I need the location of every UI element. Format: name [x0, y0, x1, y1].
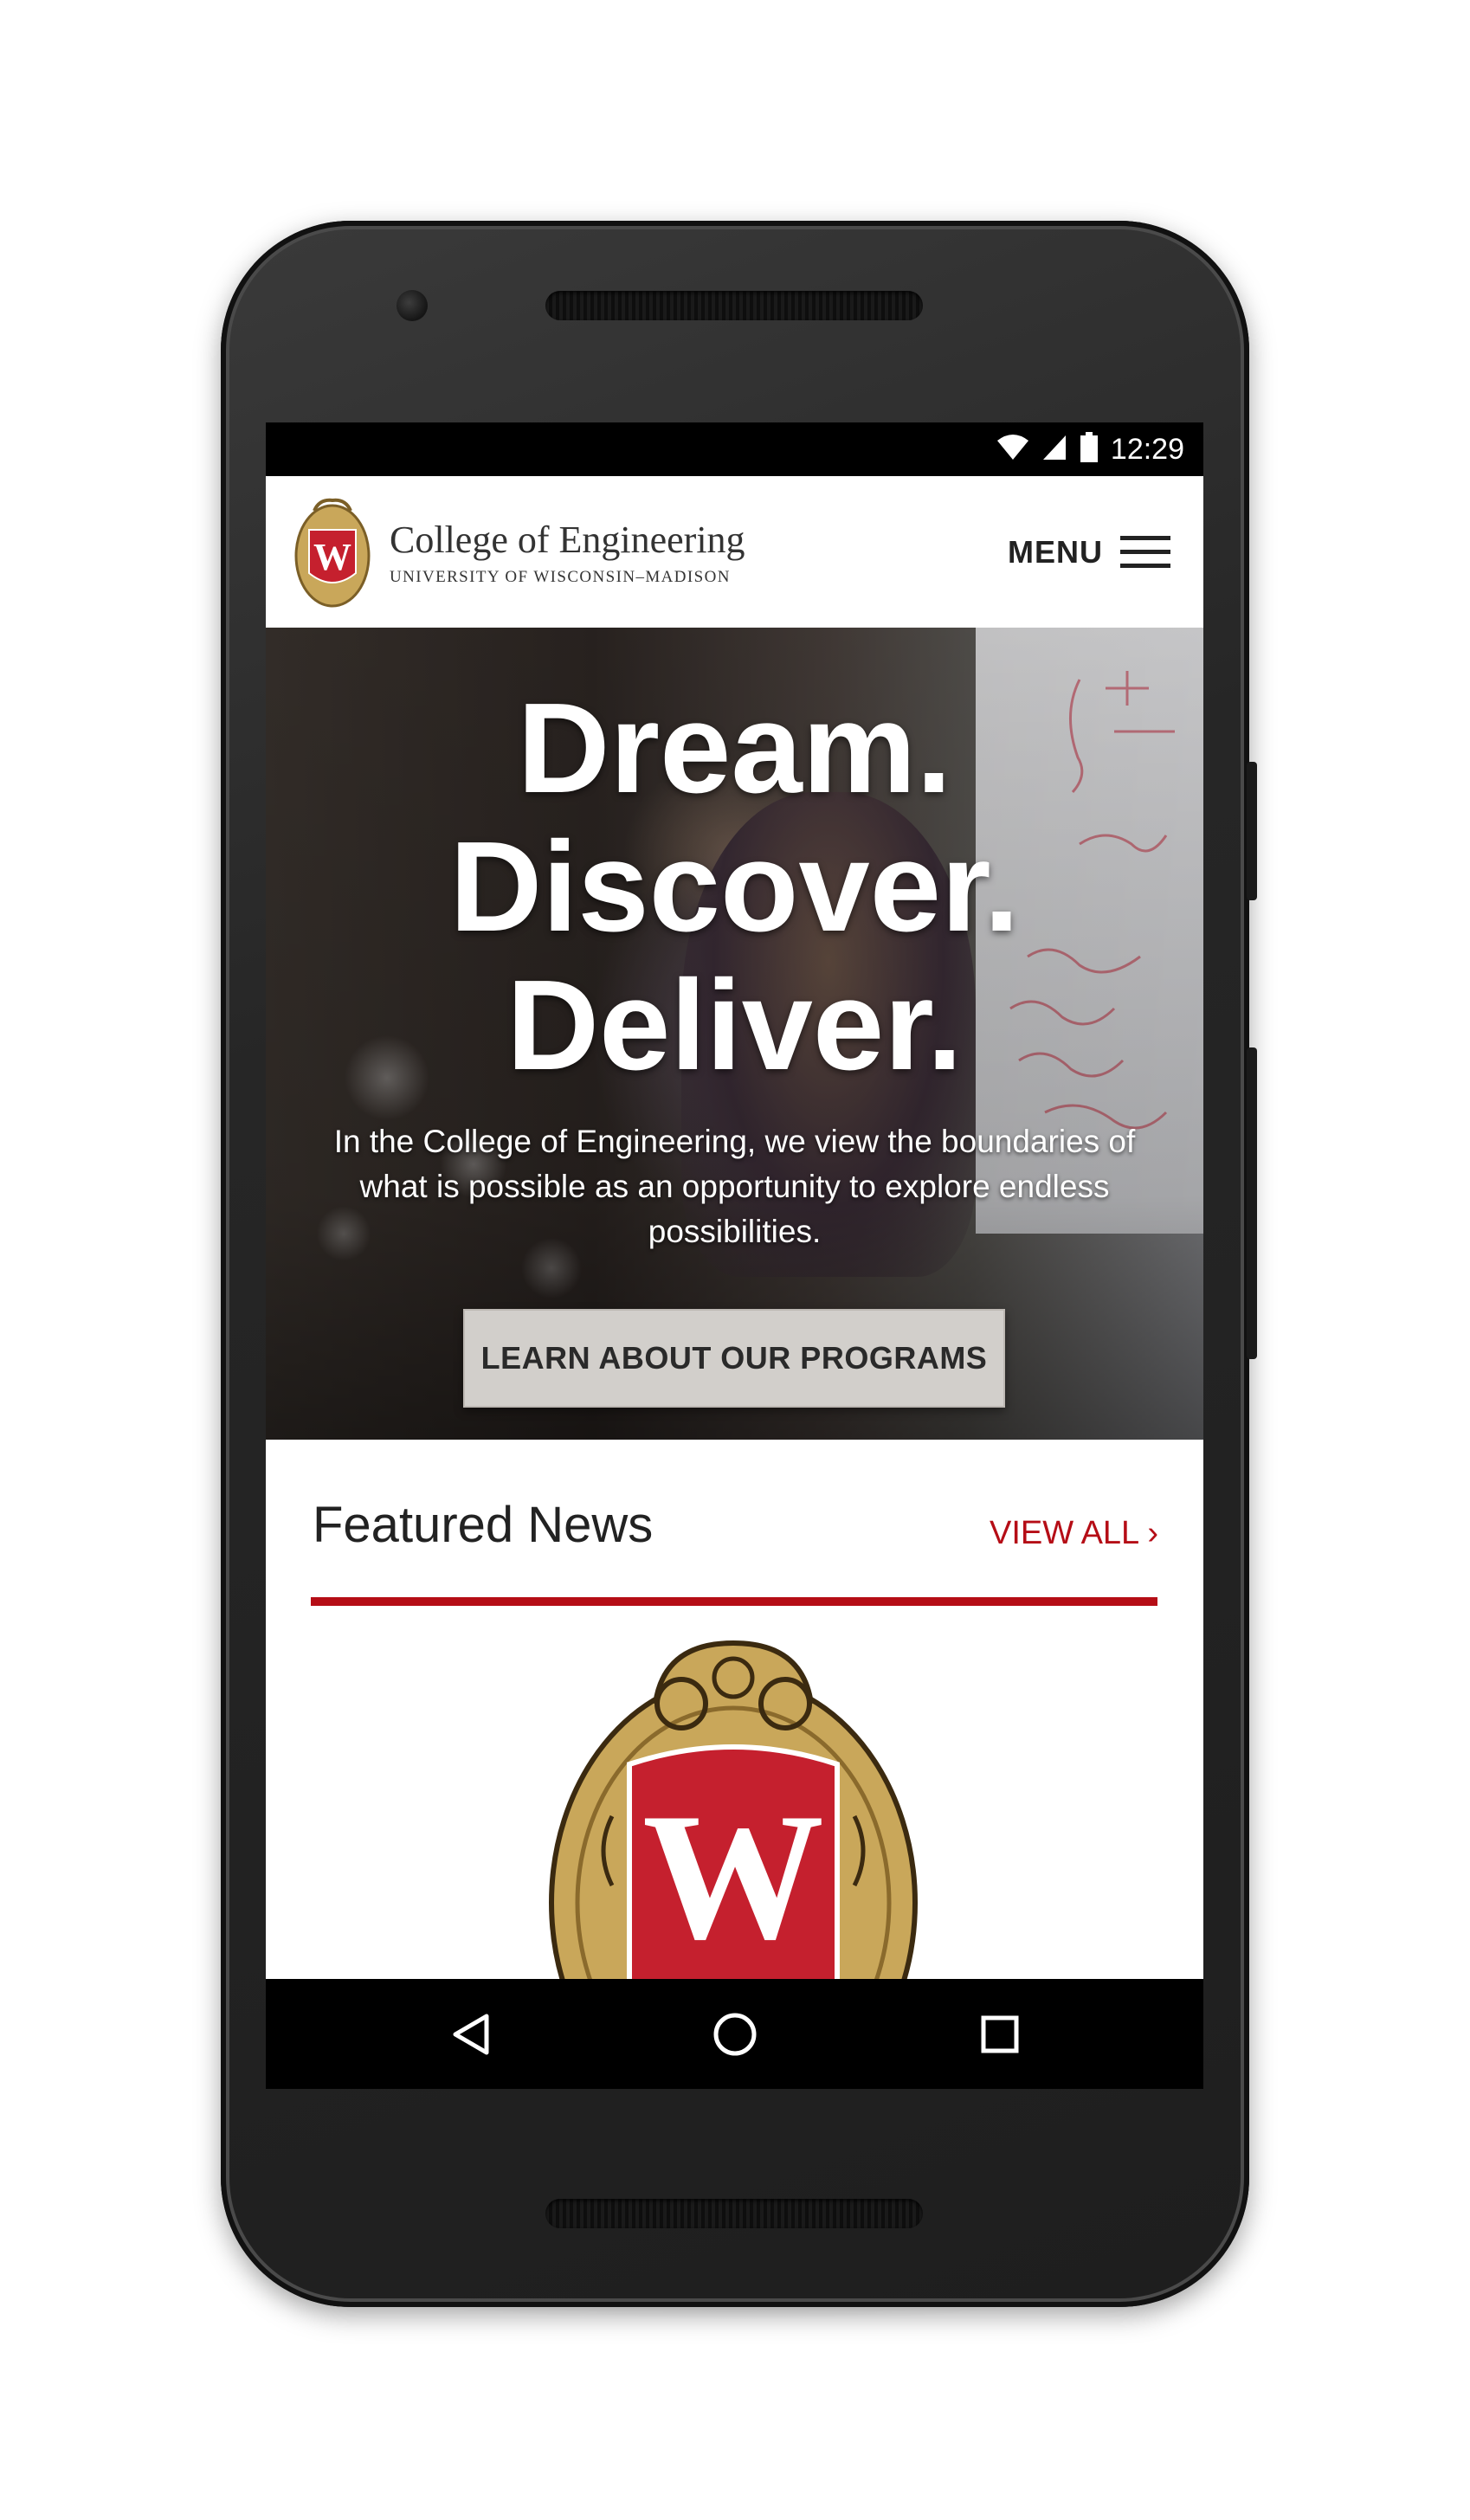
status-bar: 12:29 — [266, 422, 1203, 476]
stage: 12:29 W College of Engineering UNIVERSIT… — [0, 0, 1470, 2520]
site-header: W College of Engineering UNIVERSITY OF W… — [266, 476, 1203, 628]
svg-text:W: W — [642, 1776, 824, 1977]
hero-description: In the College of Engineering, we view t… — [333, 1124, 1136, 1249]
battery-icon — [1080, 431, 1099, 467]
back-icon[interactable] — [443, 2007, 499, 2062]
volume-button — [1247, 762, 1257, 900]
menu-button[interactable]: MENU — [1008, 526, 1170, 578]
hero-heading-line-1: Dream. — [517, 677, 952, 820]
section-divider — [311, 1597, 1157, 1606]
screen: 12:29 W College of Engineering UNIVERSIT… — [266, 422, 1203, 2089]
bottom-speaker — [545, 2199, 923, 2228]
front-camera — [397, 290, 428, 321]
hero-heading-line-3: Deliver. — [506, 954, 963, 1097]
uw-crest-icon[interactable]: W — [293, 495, 371, 609]
hamburger-icon — [1120, 536, 1170, 569]
brand-subtitle: UNIVERSITY OF WISCONSIN–MADISON — [390, 568, 731, 586]
svg-text:W: W — [313, 536, 351, 578]
power-button — [1247, 1047, 1257, 1359]
hero-banner: Dream. Discover. Deliver. In the College… — [266, 628, 1203, 1440]
recents-icon[interactable] — [972, 2007, 1028, 2062]
featured-news-heading: Featured News — [313, 1497, 654, 1553]
home-icon[interactable] — [707, 2007, 763, 2062]
top-speaker — [545, 291, 923, 320]
view-all-link[interactable]: VIEW ALL › — [990, 1515, 1158, 1552]
android-nav-bar — [266, 1979, 1203, 2089]
wifi-icon — [996, 434, 1029, 466]
status-time: 12:29 — [1110, 432, 1184, 466]
status-icons: 12:29 — [996, 429, 1184, 469]
hero-heading-line-2: Discover. — [449, 815, 1020, 958]
menu-label: MENU — [1008, 534, 1103, 570]
learn-programs-button[interactable]: LEARN ABOUT OUR PROGRAMS — [463, 1309, 1005, 1408]
signal-icon — [1041, 434, 1067, 466]
brand-title[interactable]: College of Engineering — [390, 518, 745, 562]
